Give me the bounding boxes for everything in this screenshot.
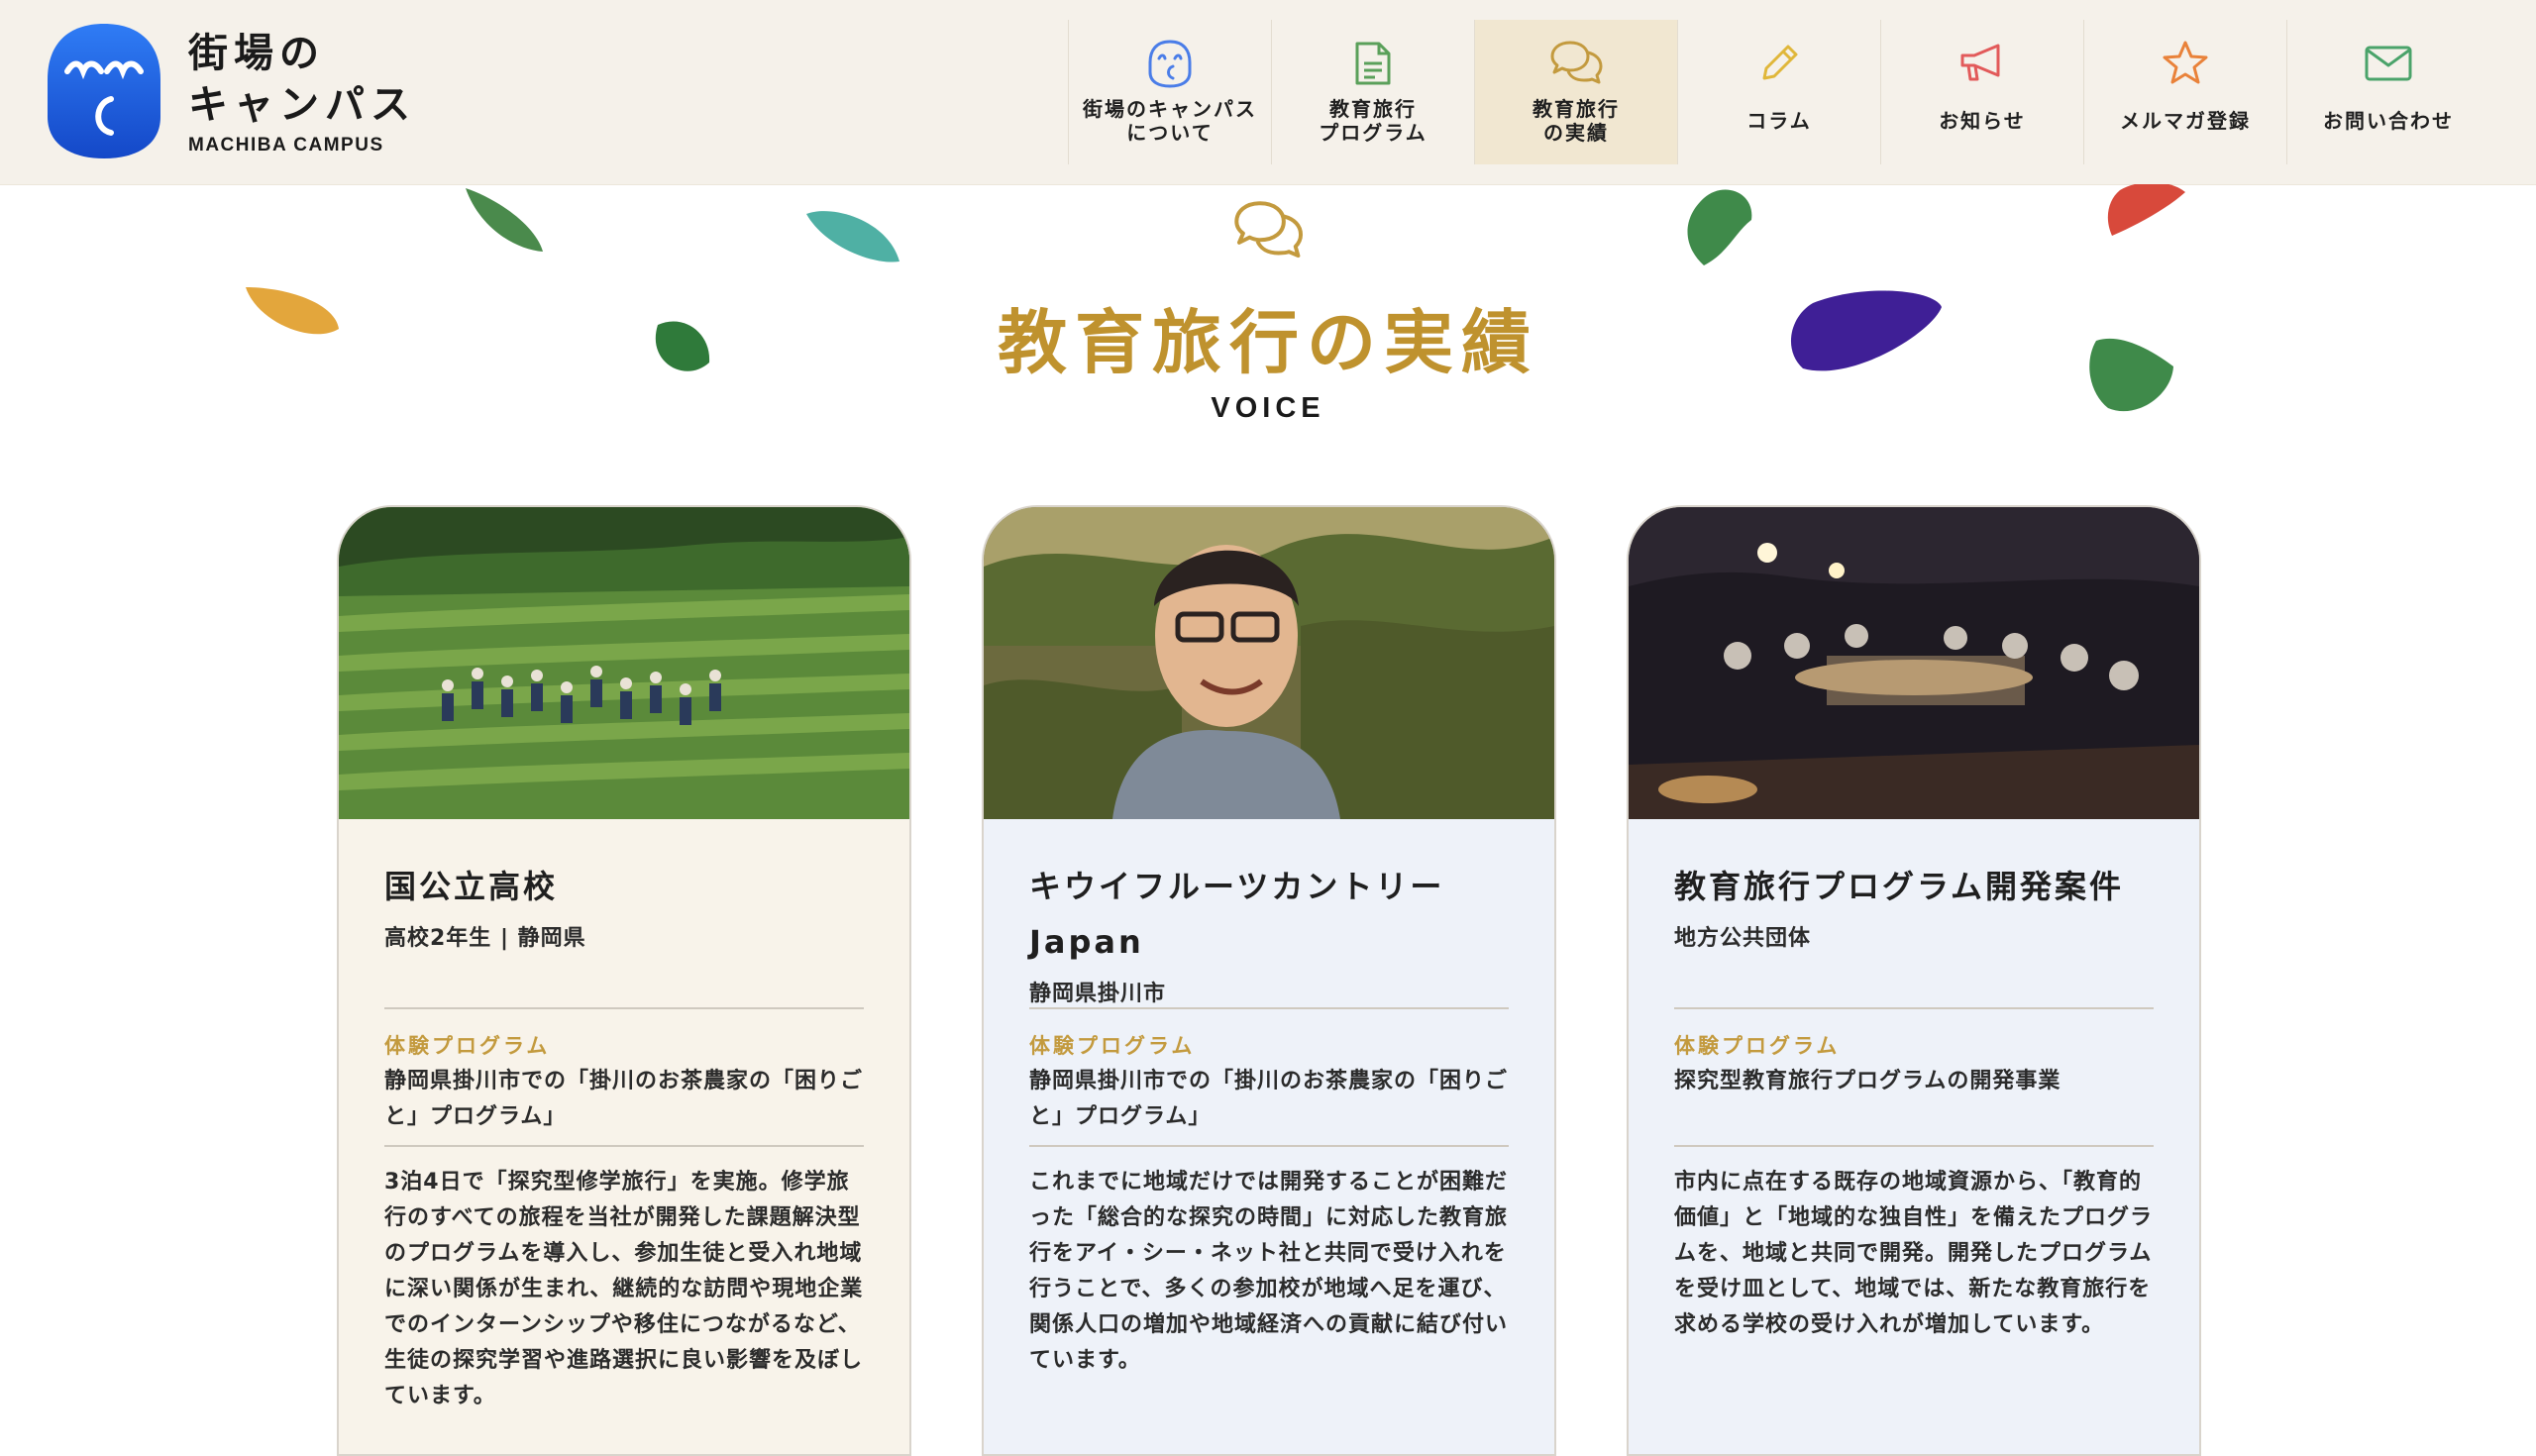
card-subtitle: 地方公共団体	[1674, 926, 1812, 951]
program-label: 体験プログラム	[384, 1034, 551, 1058]
page-subtitle: VOICE	[1211, 392, 1325, 424]
case-card-2[interactable]: キウイフルーツカントリーJapan 静岡県掛川市 体験プログラム 静岡県掛川市で…	[982, 505, 1556, 1456]
nav-label-contact: お問い合わせ	[2323, 109, 2454, 133]
nav-label-programs: 教育旅行 プログラム	[1319, 97, 1427, 145]
logo-text[interactable]: 街場の キャンパス MACHIBA CAMPUS	[188, 28, 426, 156]
card-description: これまでに地域だけでは開発することが困難だった「総合的な探究の時間」に対応した教…	[1029, 1170, 1509, 1373]
program-label: 体験プログラム	[1674, 1034, 1841, 1058]
program-text: 探究型教育旅行プログラムの開発事業	[1674, 1069, 2061, 1093]
card-title: 教育旅行プログラム開発案件	[1674, 868, 2125, 905]
speech-bubbles-icon	[1234, 201, 1304, 259]
nav-item-about[interactable]: 街場のキャンパス について	[1068, 20, 1271, 164]
nav-item-programs[interactable]: 教育旅行 プログラム	[1271, 20, 1474, 164]
night-workshop-photo	[1629, 507, 2199, 819]
program-label: 体験プログラム	[1029, 1034, 1196, 1058]
card-subtitle: 静岡県掛川市	[1029, 982, 1167, 1006]
logo-en: MACHIBA CAMPUS	[188, 135, 384, 156]
divider	[384, 1145, 864, 1147]
nav-label-news: お知らせ	[1939, 109, 2026, 133]
logo-jp-line1: 街場の	[188, 31, 325, 76]
divider	[1029, 1007, 1509, 1009]
program-text: 静岡県掛川市での「掛川のお茶農家の「困りごと」プログラム」	[384, 1069, 864, 1129]
nav-label-results: 教育旅行 の実績	[1532, 97, 1620, 145]
card-body: 教育旅行プログラム開発案件 地方公共団体	[1674, 859, 2154, 952]
divider	[1674, 1145, 2154, 1147]
card-description: 3泊4日で「探究型修学旅行」を実施。修学旅行のすべての旅程を当社が開発した課題解…	[384, 1170, 864, 1408]
main-nav: 街場のキャンパス について 教育旅行 プログラム 教育旅行 の実績 コラム お知…	[1068, 20, 2489, 164]
nav-label-column: コラム	[1746, 109, 1812, 133]
tea-field-group-photo	[339, 507, 909, 819]
kiwi-farmer-portrait-photo	[984, 507, 1554, 819]
page-title: 教育旅行の実績	[998, 302, 1538, 383]
smile-face-icon	[1147, 36, 1193, 91]
case-card-1[interactable]: 国公立高校 高校2年生 | 静岡県 体験プログラム 静岡県掛川市での「掛川のお茶…	[337, 505, 911, 1456]
card-body: 国公立高校 高校2年生 | 静岡県	[384, 859, 864, 952]
megaphone-icon	[1956, 36, 2008, 91]
nav-item-contact[interactable]: お問い合わせ	[2286, 20, 2489, 164]
speech-bubbles-icon	[1548, 36, 1604, 91]
case-card-3[interactable]: 教育旅行プログラム開発案件 地方公共団体 体験プログラム 探究型教育旅行プログラ…	[1627, 505, 2201, 1456]
nav-item-column[interactable]: コラム	[1677, 20, 1880, 164]
logo-jp-line2: キャンパス	[188, 82, 416, 128]
card-subtitle: 高校2年生 | 静岡県	[384, 926, 586, 951]
program-text: 静岡県掛川市での「掛川のお茶農家の「困りごと」プログラム」	[1029, 1069, 1509, 1129]
card-title: 国公立高校	[384, 868, 559, 905]
nav-item-newsletter[interactable]: メルマガ登録	[2083, 20, 2286, 164]
star-icon	[2160, 36, 2211, 91]
nav-item-news[interactable]: お知らせ	[1880, 20, 2083, 164]
envelope-icon	[2363, 36, 2414, 91]
document-icon	[1353, 36, 1393, 91]
logo-badge-icon[interactable]	[46, 22, 162, 160]
site-header: 街場の キャンパス MACHIBA CAMPUS 街場のキャンパス について 教…	[0, 0, 2536, 185]
card-description: 市内に点在する既存の地域資源から、「教育的価値」と「地域的な独自性」を備えたプロ…	[1674, 1170, 2154, 1337]
nav-item-results[interactable]: 教育旅行 の実績	[1474, 20, 1677, 164]
divider	[384, 1007, 864, 1009]
nav-label-about: 街場のキャンパス について	[1083, 97, 1257, 145]
nav-label-newsletter: メルマガ登録	[2120, 109, 2251, 133]
pencil-icon	[1756, 36, 1802, 91]
card-title: キウイフルーツカントリーJapan	[1029, 868, 1445, 961]
divider	[1029, 1145, 1509, 1147]
card-body: キウイフルーツカントリーJapan 静岡県掛川市	[1029, 859, 1509, 1007]
divider	[1674, 1007, 2154, 1009]
